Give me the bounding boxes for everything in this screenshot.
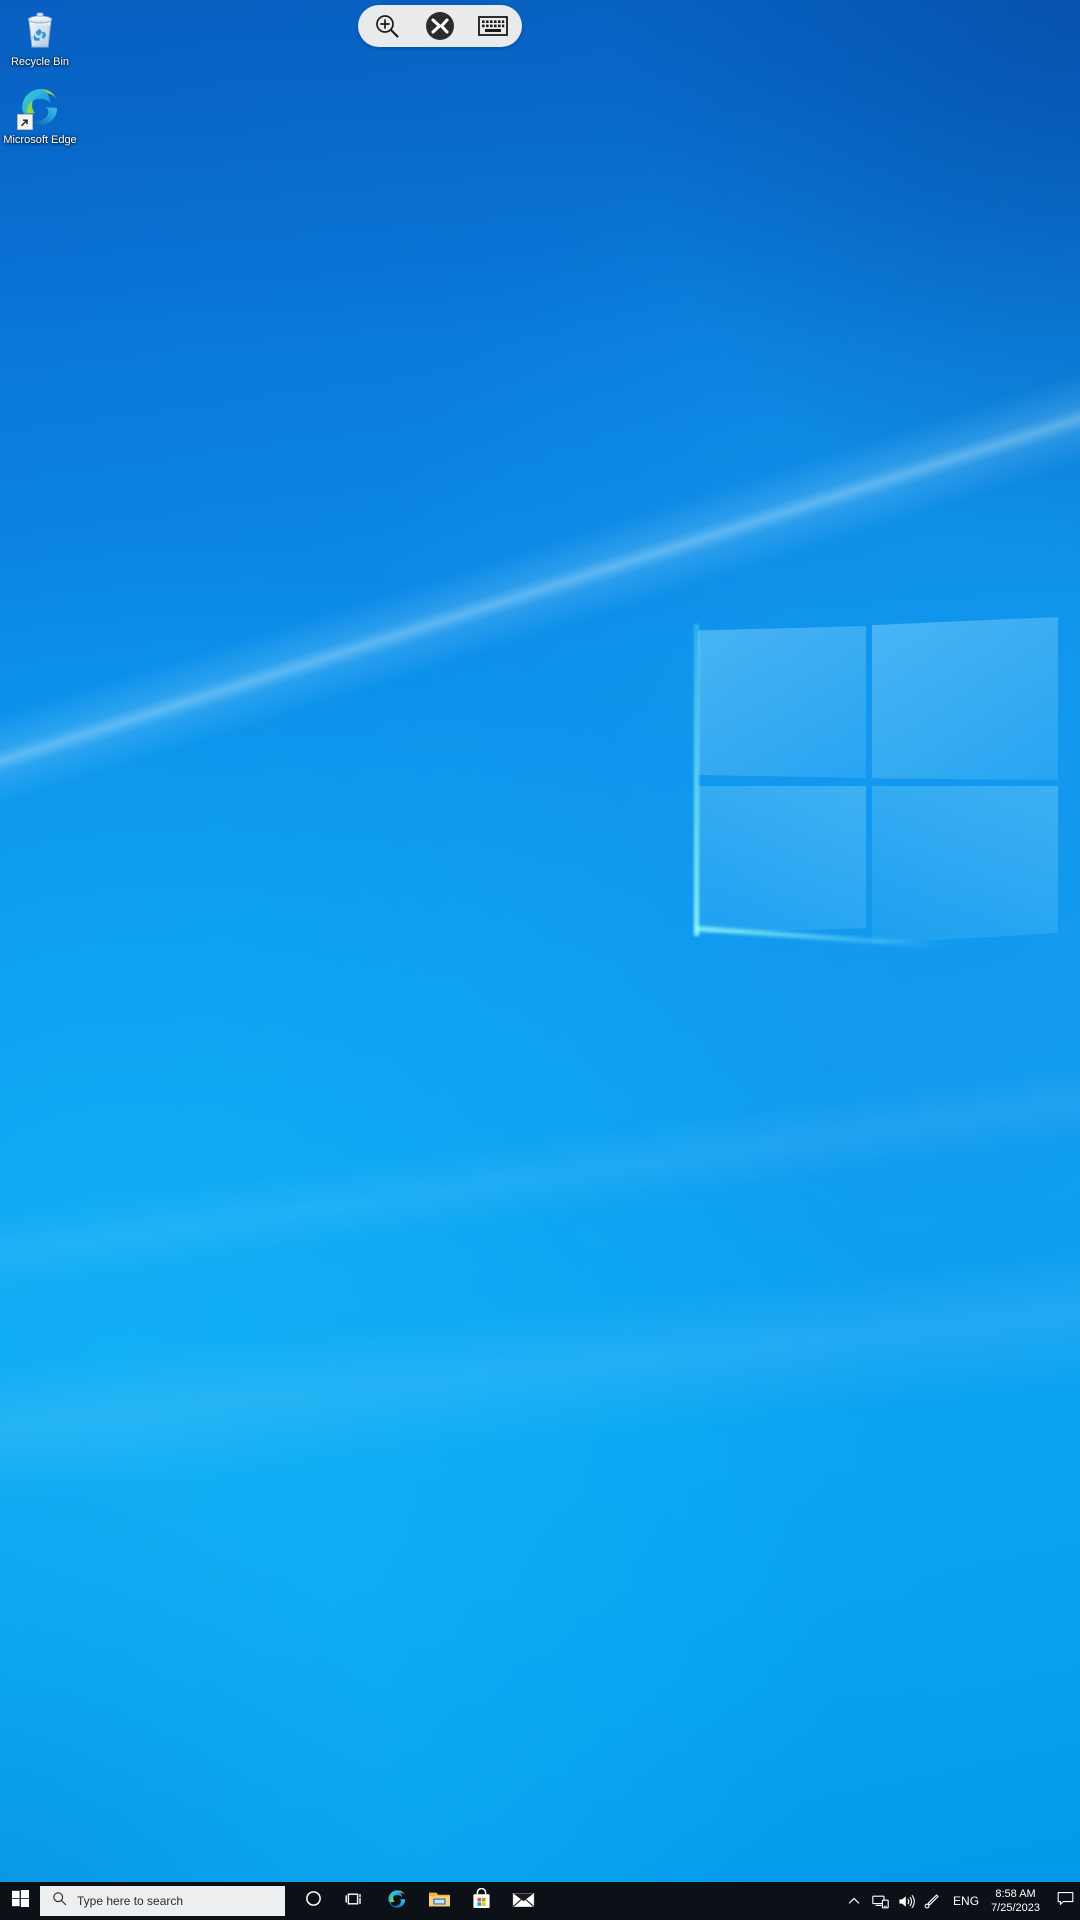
wallpaper-pane-bottom-right bbox=[872, 786, 1058, 944]
zoom-in-icon[interactable] bbox=[370, 9, 404, 43]
cortana-circle-icon bbox=[305, 1890, 322, 1912]
clock-date: 7/25/2023 bbox=[991, 1902, 1040, 1914]
language-indicator[interactable]: ENG bbox=[945, 1894, 987, 1908]
chevron-up-icon[interactable] bbox=[841, 1882, 867, 1920]
taskbar-app-microsoft-edge[interactable] bbox=[377, 1882, 417, 1920]
microsoft-edge-icon bbox=[386, 1888, 408, 1915]
recycle-bin-icon bbox=[17, 6, 63, 52]
wallpaper-pane-top-right bbox=[872, 617, 1058, 780]
start-button[interactable] bbox=[0, 1882, 40, 1920]
microsoft-store-icon bbox=[471, 1887, 492, 1915]
clock-time: 8:58 AM bbox=[995, 1888, 1036, 1900]
search-icon bbox=[52, 1891, 67, 1911]
wallpaper-window-panes bbox=[690, 600, 1080, 960]
action-center-button[interactable] bbox=[1050, 1882, 1080, 1920]
network-icon[interactable] bbox=[867, 1882, 893, 1920]
desktop-icon-label: Recycle Bin bbox=[10, 56, 70, 68]
system-tray[interactable]: ENG 8:58 AM 7/25/2023 bbox=[841, 1882, 1080, 1920]
desktop-icon-label: Microsoft Edge bbox=[3, 134, 77, 146]
mail-icon bbox=[512, 1890, 535, 1913]
wallpaper-pane-bottom-left bbox=[698, 786, 866, 934]
remote-connection-icon[interactable] bbox=[423, 9, 457, 43]
microsoft-edge-icon bbox=[17, 84, 63, 130]
taskbar[interactable]: Type here to search ENG 8:58 AM 7/25/202… bbox=[0, 1882, 1080, 1920]
desktop-icon-recycle-bin[interactable]: Recycle Bin bbox=[1, 6, 79, 69]
taskbar-app-mail[interactable] bbox=[503, 1882, 543, 1920]
windows-logo-icon bbox=[11, 1890, 29, 1912]
pen-icon[interactable] bbox=[919, 1882, 945, 1920]
keyboard-icon[interactable] bbox=[476, 9, 510, 43]
volume-icon[interactable] bbox=[893, 1882, 919, 1920]
wallpaper-pane-edge-left bbox=[694, 624, 699, 936]
task-view-button[interactable] bbox=[335, 1882, 375, 1920]
taskbar-app-file-explorer[interactable] bbox=[419, 1882, 459, 1920]
desktop-icon-microsoft-edge[interactable]: Microsoft Edge bbox=[1, 84, 79, 147]
shortcut-arrow-icon bbox=[17, 114, 33, 130]
cortana-button[interactable] bbox=[293, 1882, 333, 1920]
wallpaper-floor-glow bbox=[0, 1113, 1080, 1613]
clock[interactable]: 8:58 AM 7/25/2023 bbox=[987, 1887, 1050, 1915]
search-placeholder: Type here to search bbox=[77, 1894, 184, 1908]
remote-session-toolbar[interactable] bbox=[358, 5, 522, 47]
desktop[interactable]: Recycle Bin Microsoft Edge Type here to … bbox=[0, 0, 1080, 1920]
search-input[interactable]: Type here to search bbox=[40, 1886, 285, 1916]
taskbar-app-microsoft-store[interactable] bbox=[461, 1882, 501, 1920]
action-center-icon bbox=[1057, 1891, 1074, 1912]
task-view-icon bbox=[345, 1891, 365, 1912]
file-explorer-icon bbox=[428, 1889, 451, 1914]
wallpaper-pane-top-left bbox=[698, 626, 866, 778]
taskbar-app-buttons[interactable] bbox=[293, 1882, 543, 1920]
